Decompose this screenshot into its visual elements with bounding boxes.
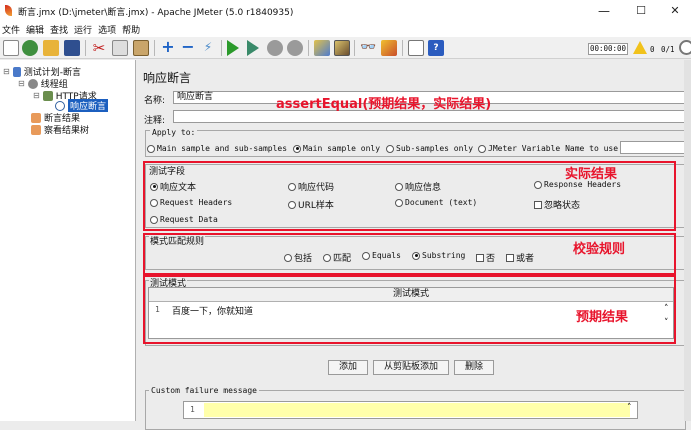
menu-search[interactable]: 查找 [50, 23, 68, 36]
maximize-button[interactable]: ☐ [629, 2, 653, 20]
tree-node-view-results[interactable]: 察看结果树 [31, 123, 89, 136]
templates-icon[interactable] [22, 40, 38, 56]
elapsed-timer: 00:00:00 [588, 43, 628, 55]
comment-label: 注释: [144, 116, 166, 126]
window-title: 断言.jmx (D:\jmeter\断言.jmx) - Apache JMete… [18, 7, 294, 18]
row-number: 1 [190, 405, 195, 414]
new-icon[interactable] [3, 40, 19, 56]
remote-icon[interactable] [679, 40, 691, 55]
pencil-icon [42, 90, 53, 101]
warning-icon[interactable] [633, 41, 647, 54]
editor-line [204, 403, 630, 417]
panel-title: 响应断言 [143, 71, 192, 85]
radio-icon [147, 144, 155, 153]
menu-file[interactable]: 文件 [2, 23, 20, 36]
add-from-clipboard-button[interactable]: 从剪贴板添加 [373, 360, 449, 375]
chart-icon [31, 112, 41, 123]
custom-failure-label: Custom failure message [149, 386, 259, 395]
toggle-icon[interactable]: ⚡ [200, 40, 216, 56]
scroll-up-icon[interactable]: ˄ [627, 403, 632, 413]
help-icon[interactable]: ? [428, 40, 444, 56]
warning-count: 0 [650, 45, 655, 54]
radio-icon [293, 144, 301, 153]
thread-count: 0/1 [661, 45, 675, 54]
chart-icon [31, 124, 41, 135]
clear-all-icon[interactable] [334, 40, 350, 56]
close-button[interactable]: ✕ [663, 2, 687, 20]
cut-icon[interactable]: ✂ [91, 40, 107, 56]
apply-to-label: Apply to: [150, 128, 198, 137]
collapse-icon[interactable]: − [180, 39, 196, 56]
start-icon[interactable] [227, 40, 239, 56]
apply-main-and-sub[interactable]: Main sample and sub-samples [147, 144, 287, 153]
magnifier-icon [55, 100, 65, 111]
search-icon[interactable]: 👓 [360, 40, 376, 56]
annotation-expected-result: 预期结果 [576, 310, 629, 325]
clear-icon[interactable] [314, 40, 330, 56]
jmeter-feather-icon [5, 5, 12, 16]
reset-search-icon[interactable] [381, 40, 397, 56]
open-icon[interactable] [43, 40, 59, 56]
copy-icon[interactable] [112, 40, 128, 56]
panel-scrollbar[interactable] [684, 60, 691, 421]
apply-sub-only[interactable]: Sub-samples only [386, 144, 473, 153]
save-icon[interactable] [64, 40, 80, 56]
delete-button[interactable]: 删除 [454, 360, 494, 375]
start-no-pauses-icon[interactable] [247, 40, 259, 56]
test-plan-tree: ⊟ 测试计划-断言 ⊟ 线程组 ⊟ HTTP请求 响应断言 断言结果 察看结果树 [0, 60, 136, 421]
gear-icon [27, 78, 38, 89]
function-helper-icon[interactable] [408, 40, 424, 56]
radio-icon [478, 144, 486, 153]
paste-icon[interactable] [133, 40, 149, 56]
menu-options[interactable]: 选项 [98, 23, 116, 36]
toolbar: ✂ + − ⚡ 👓 ? 00:00:00 0 0/1 [0, 37, 691, 59]
shutdown-icon[interactable] [287, 40, 303, 56]
expand-icon[interactable]: + [160, 39, 176, 56]
add-button[interactable]: 添加 [328, 360, 368, 375]
menu-edit[interactable]: 编辑 [26, 23, 44, 36]
menu-help[interactable]: 帮助 [122, 23, 140, 36]
name-label: 名称: [144, 96, 166, 106]
annotation-assert-equal: assertEqual(预期结果，实际结果) [276, 97, 492, 112]
custom-failure-editor[interactable]: 1 ˄ [183, 401, 638, 419]
test-plan-icon [12, 66, 21, 77]
annotation-rule: 校验规则 [573, 242, 626, 257]
annotation-actual-result: 实际结果 [565, 167, 618, 182]
title-bar: 断言.jmx (D:\jmeter\断言.jmx) - Apache JMete… [0, 0, 691, 22]
minimize-button[interactable]: — [592, 2, 616, 20]
menu-run[interactable]: 运行 [74, 23, 92, 36]
apply-main-only[interactable]: Main sample only [293, 144, 380, 153]
menu-bar: 文件 编辑 查找 运行 选项 帮助 [0, 22, 691, 37]
radio-icon [386, 144, 394, 153]
jmeter-variable-field[interactable] [620, 141, 687, 154]
apply-jmeter-variable[interactable]: JMeter Variable Name to use [478, 144, 618, 153]
stop-icon[interactable] [267, 40, 283, 56]
